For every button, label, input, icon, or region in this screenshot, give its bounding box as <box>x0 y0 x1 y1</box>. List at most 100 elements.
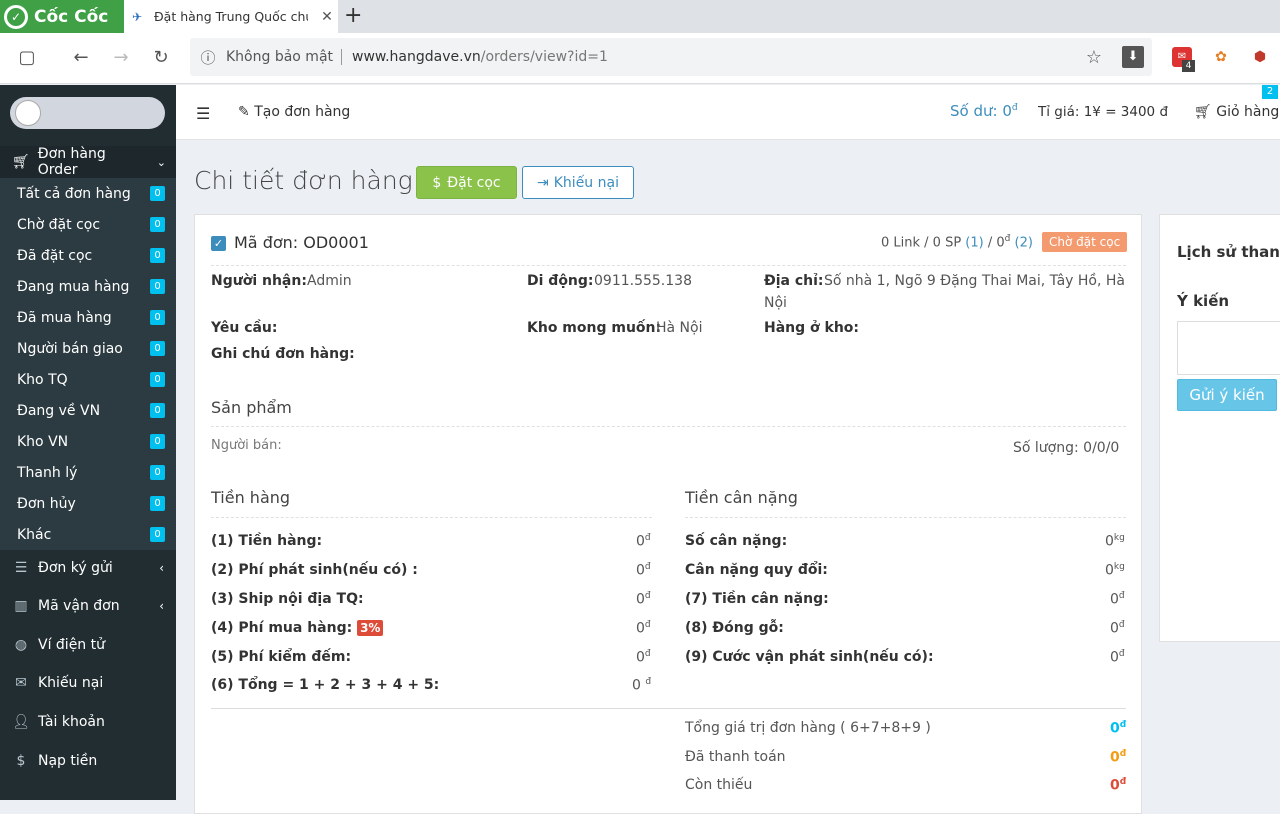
weight-row-value: 0kg <box>1105 533 1125 550</box>
quantity-text: Số lượng: 0/0/0 <box>1013 440 1120 456</box>
sidebar-subitem[interactable]: Chờ đặt cọc 0 <box>0 209 176 240</box>
sidebar-subitem[interactable]: Đơn hủy 0 <box>0 488 176 519</box>
count-badge: 0 <box>150 310 165 325</box>
envelope-icon: ✉ <box>15 675 27 691</box>
sidebar-item-account[interactable]: 👤︎ Tài khoản <box>0 703 176 741</box>
chevron-left-icon: ‹ <box>159 561 164 575</box>
amount: 0 <box>1110 620 1119 637</box>
goods-row-value: 0đ <box>636 620 651 637</box>
count-badge: 0 <box>150 403 165 418</box>
sidebar-subitem[interactable]: Tất cả đơn hàng 0 <box>0 178 176 209</box>
cart-icon: 🛒︎ <box>12 154 30 170</box>
goods-row-label: (2) Phí phát sinh(nếu có) : <box>211 562 418 578</box>
user-panel[interactable] <box>10 97 165 129</box>
sidebar-item-label: Ví điện tử <box>38 637 105 653</box>
sidebar-subitem[interactable]: Kho VN 0 <box>0 426 176 457</box>
count-badge: 0 <box>150 248 165 263</box>
sidebar-toggle-icon[interactable]: ▢ <box>15 46 39 70</box>
dollar-icon: $ <box>16 753 26 769</box>
sidebar-subitem[interactable]: Thanh lý 0 <box>0 457 176 488</box>
chevron-left-icon: ‹ <box>159 599 164 613</box>
sidebar-subitem[interactable]: Đang về VN 0 <box>0 395 176 426</box>
browser-brand[interactable]: ✓ Cốc Cốc <box>0 0 124 33</box>
goods-row-value: 0đ <box>636 591 651 608</box>
barcode-icon: ▥ <box>14 598 28 614</box>
count-badge: 0 <box>150 186 165 201</box>
extension-fruit-icon[interactable]: ✿ <box>1211 47 1231 67</box>
unit: đ <box>644 591 651 601</box>
goods-row-label: (1) Tiền hàng: <box>211 533 323 549</box>
count-badge: 0 <box>150 341 165 356</box>
goods-row-value: 0 đ <box>632 677 651 694</box>
fee-label: (4) Phí mua hàng: <box>211 620 353 636</box>
count-badge: 0 <box>150 465 165 480</box>
amount: 0 <box>636 620 645 637</box>
count-badge: 0 <box>150 372 165 387</box>
app-header: ☰ ✎ Tạo đơn hàng Số dư: 0đ Tỉ giá: 1¥ = … <box>176 85 1280 140</box>
sidebar-subitem[interactable]: Đang mua hàng 0 <box>0 271 176 302</box>
bookmark-star-icon[interactable]: ☆ <box>1086 47 1102 68</box>
cart-icon: 🛒︎ <box>1194 104 1212 120</box>
balance-label: Số dư: 0 <box>950 102 1012 120</box>
weight-row-label: (7) Tiền cân nặng: <box>685 591 829 607</box>
download-icon[interactable]: ⬇ <box>1122 46 1144 68</box>
subitem-label: Đã mua hàng <box>17 309 112 326</box>
sidebar-item-order[interactable]: 🛒︎ Đơn hàng Order ⌄ <box>0 146 176 178</box>
goods-row-label: (4) Phí mua hàng: 3% <box>211 620 384 636</box>
sidebar-item-label: Khiếu nại <box>38 675 104 691</box>
checkbox-icon[interactable]: ✓ <box>211 236 226 251</box>
count-badge: 0 <box>150 496 165 511</box>
address-label: Địa chỉ: <box>764 273 824 289</box>
unit: đ <box>644 562 651 572</box>
sidebar-item-tracking[interactable]: ▥ Mã vận đơn ‹ <box>0 587 176 625</box>
subitem-label: Thanh lý <box>17 464 78 481</box>
sidebar-item-topup[interactable]: $ Nạp tiền <box>0 742 176 780</box>
seller-label: Người bán: <box>211 438 282 453</box>
extension-red-icon[interactable]: ⬢ <box>1250 47 1270 67</box>
info-icon[interactable]: ⓘ <box>190 47 226 68</box>
sidebar-item-wallet[interactable]: ◍ Ví điện tử <box>0 626 176 664</box>
sidebar-subitem[interactable]: Đã đặt cọc 0 <box>0 240 176 271</box>
weight-row-value: 0đ <box>1110 591 1125 608</box>
sidebar-item-consignment[interactable]: ☰ Đơn ký gửi ‹ <box>0 549 176 587</box>
fee-percent-badge: 3% <box>357 620 384 636</box>
new-tab-icon[interactable]: + <box>344 3 362 28</box>
cart-link[interactable]: 🛒︎ Giỏ hàng <box>1194 104 1279 120</box>
sidebar-subitem[interactable]: Kho TQ 0 <box>0 364 176 395</box>
sidebar-subitem[interactable]: Người bán giao 0 <box>0 333 176 364</box>
weight-cost-title: Tiền cân nặng <box>685 488 798 507</box>
insecure-label: Không bảo mật <box>226 49 343 65</box>
browser-tab-bar: ✓ Cốc Cốc ✈ Đặt hàng Trung Quốc chu ✕ + <box>0 0 1280 33</box>
site-favicon-icon: ✈ <box>132 9 143 24</box>
back-icon[interactable]: ← <box>69 46 93 70</box>
order-submenu: Tất cả đơn hàng 0 Chờ đặt cọc 0 Đã đặt cọc… <box>0 178 176 550</box>
unit: đ <box>1119 749 1127 759</box>
amount: 0 <box>1110 649 1119 666</box>
deposit-button[interactable]: $ Đặt cọc <box>416 166 517 199</box>
forward-icon[interactable]: → <box>109 46 133 70</box>
browser-tab[interactable]: ✈ Đặt hàng Trung Quốc chu ✕ <box>124 0 338 33</box>
create-order-link[interactable]: ✎ Tạo đơn hàng <box>238 104 350 120</box>
sidebar-group-label: Đơn hàng Order <box>37 146 106 178</box>
phone-value: 0911.555.138 <box>594 273 692 289</box>
order-detail-box: ✓ Mã đơn: OD0001 0 Link / 0 SP (1) / 0đ … <box>194 214 1142 814</box>
sidebar-item-complaint[interactable]: ✉ Khiếu nại <box>0 664 176 702</box>
goods-row-label: (6) Tổng = 1 + 2 + 3 + 4 + 5: <box>211 677 440 693</box>
feedback-title: Ý kiến <box>1177 292 1230 310</box>
reload-icon[interactable]: ↻ <box>149 46 173 70</box>
sidebar-subitem[interactable]: Khác 0 <box>0 519 176 550</box>
feedback-textarea[interactable] <box>1177 321 1280 375</box>
send-feedback-button[interactable]: Gửi ý kiến <box>1177 379 1277 411</box>
url-text[interactable]: www.hangdave.vn/orders/view?id=1 <box>342 49 608 65</box>
sidebar-subitem[interactable]: Đã mua hàng 0 <box>0 302 176 333</box>
amount: 0 <box>1110 720 1120 737</box>
amount: 0 <box>1110 591 1119 608</box>
deposit-label: Đặt cọc <box>447 174 501 191</box>
avatar[interactable] <box>15 100 41 126</box>
address-bar[interactable]: ⓘ Không bảo mật www.hangdave.vn/orders/v… <box>190 38 1152 76</box>
tab-close-icon[interactable]: ✕ <box>316 9 338 25</box>
complaint-button[interactable]: ⇥ Khiếu nại <box>522 166 634 199</box>
unit: đ <box>1119 720 1127 730</box>
exchange-rate: Tỉ giá: 1¥ = 3400 đ <box>1038 104 1169 120</box>
hamburger-icon[interactable]: ☰ <box>196 104 210 123</box>
